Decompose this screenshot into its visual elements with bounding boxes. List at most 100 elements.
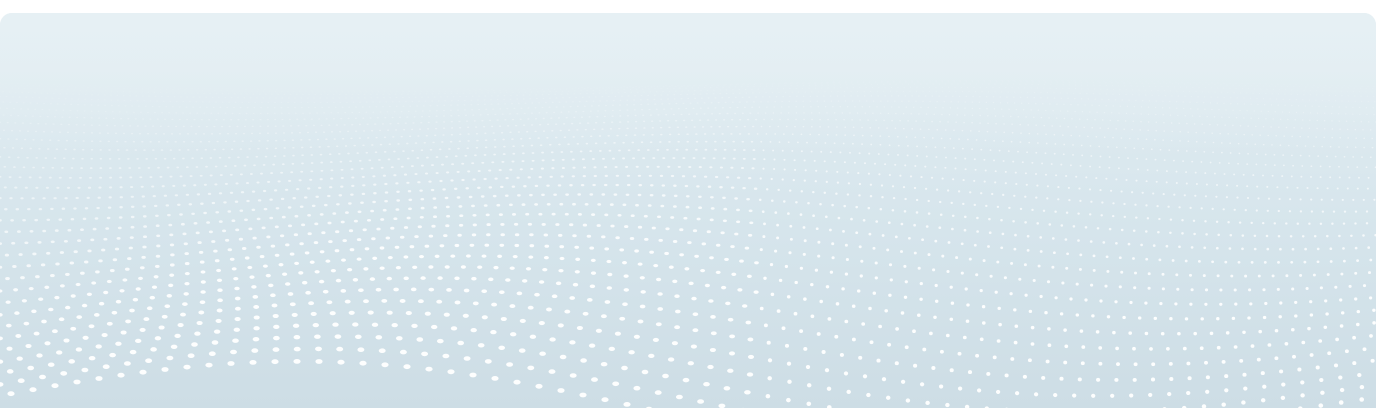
pattern-dot: [1133, 113, 1135, 115]
pattern-dot: [383, 97, 385, 99]
pattern-dot: [120, 117, 123, 120]
pattern-dot: [843, 90, 846, 93]
pattern-dot: [358, 111, 361, 114]
pattern-dot: [1116, 362, 1120, 366]
pattern-dot: [103, 94, 106, 96]
pattern-dot: [209, 88, 211, 90]
pattern-dot: [319, 213, 324, 216]
pattern-dot: [900, 311, 905, 315]
pattern-dot: [319, 101, 322, 104]
pattern-dot: [221, 93, 224, 95]
pattern-dot: [459, 214, 464, 218]
pattern-dot: [93, 313, 100, 317]
pattern-dot: [889, 278, 893, 282]
pattern-dot: [644, 86, 647, 88]
pattern-dot: [423, 141, 427, 144]
pattern-dot: [986, 108, 988, 110]
pattern-dot: [161, 314, 168, 319]
pattern-dot: [167, 87, 169, 89]
pattern-dot: [857, 81, 859, 83]
pattern-dot: [266, 112, 269, 115]
pattern-dot: [1177, 331, 1181, 336]
pattern-dot: [1316, 119, 1318, 122]
pattern-dot: [884, 309, 888, 313]
pattern-dot: [577, 88, 580, 90]
pattern-dot: [136, 125, 139, 127]
pattern-dot: [947, 121, 949, 123]
pattern-dot: [880, 100, 882, 102]
pattern-dot: [682, 119, 686, 122]
pattern-dot: [752, 158, 756, 160]
pattern-dot: [365, 89, 367, 91]
pattern-dot: [262, 97, 265, 99]
pattern-dot: [900, 379, 906, 384]
pattern-dot: [580, 358, 587, 363]
pattern-dot: [1277, 83, 1279, 85]
pattern-dot: [1140, 121, 1142, 123]
pattern-dot: [397, 158, 400, 160]
pattern-dot: [742, 186, 746, 190]
pattern-dot: [1133, 81, 1135, 83]
pattern-dot: [280, 107, 283, 109]
pattern-dot: [330, 268, 336, 273]
pattern-dot: [810, 282, 814, 287]
pattern-dot: [308, 138, 311, 141]
pattern-dot: [472, 223, 477, 227]
pattern-dot: [179, 213, 183, 216]
pattern-dot: [1112, 93, 1114, 95]
pattern-dot: [576, 325, 583, 331]
pattern-dot: [53, 92, 55, 95]
pattern-dot: [180, 222, 185, 226]
pattern-dot: [859, 87, 861, 89]
pattern-dot: [1023, 109, 1025, 111]
pattern-dot: [934, 239, 938, 243]
pattern-dot: [974, 91, 977, 93]
pattern-dot: [95, 344, 102, 349]
pattern-dot: [687, 85, 689, 87]
pattern-dot: [110, 99, 113, 101]
pattern-dot: [70, 167, 74, 169]
pattern-dot: [246, 199, 250, 203]
pattern-dot: [235, 182, 239, 185]
pattern-dot: [407, 190, 412, 193]
pattern-dot: [475, 132, 479, 135]
pattern-dot: [238, 112, 241, 115]
pattern-dot: [998, 322, 1002, 327]
pattern-dot: [365, 101, 368, 103]
pattern-dot: [808, 87, 810, 89]
pattern-dot: [579, 150, 583, 153]
pattern-dot: [1365, 87, 1367, 90]
pattern-dot: [511, 213, 517, 216]
pattern-dot: [1184, 95, 1186, 97]
pattern-dot: [155, 224, 160, 227]
pattern-dot: [190, 92, 193, 94]
pattern-dot: [1328, 165, 1331, 168]
pattern-dot: [666, 120, 670, 122]
pattern-dot: [1104, 284, 1108, 288]
pattern-dot: [458, 126, 462, 129]
pattern-dot: [441, 141, 444, 143]
pattern-dot: [1315, 99, 1317, 101]
pattern-dot: [816, 100, 818, 102]
pattern-dot: [47, 84, 49, 85]
pattern-dot: [761, 210, 765, 213]
pattern-dot: [449, 140, 453, 143]
pattern-dot: [948, 114, 951, 116]
pattern-dot: [634, 114, 637, 117]
pattern-dot: [483, 99, 486, 101]
pattern-dot: [1331, 136, 1333, 139]
pattern-dot: [332, 212, 337, 215]
pattern-dot: [939, 121, 941, 123]
pattern-dot: [87, 186, 92, 189]
pattern-dot: [1124, 120, 1127, 122]
pattern-dot: [594, 142, 598, 145]
pattern-dot: [772, 83, 774, 85]
pattern-dot: [309, 146, 313, 149]
pattern-dot: [550, 117, 553, 119]
pattern-dot: [988, 83, 990, 85]
pattern-dot: [138, 276, 143, 281]
pattern-dot: [24, 241, 29, 245]
pattern-dot: [1142, 147, 1144, 150]
pattern-dot: [1233, 345, 1238, 349]
pattern-dot: [344, 299, 351, 304]
